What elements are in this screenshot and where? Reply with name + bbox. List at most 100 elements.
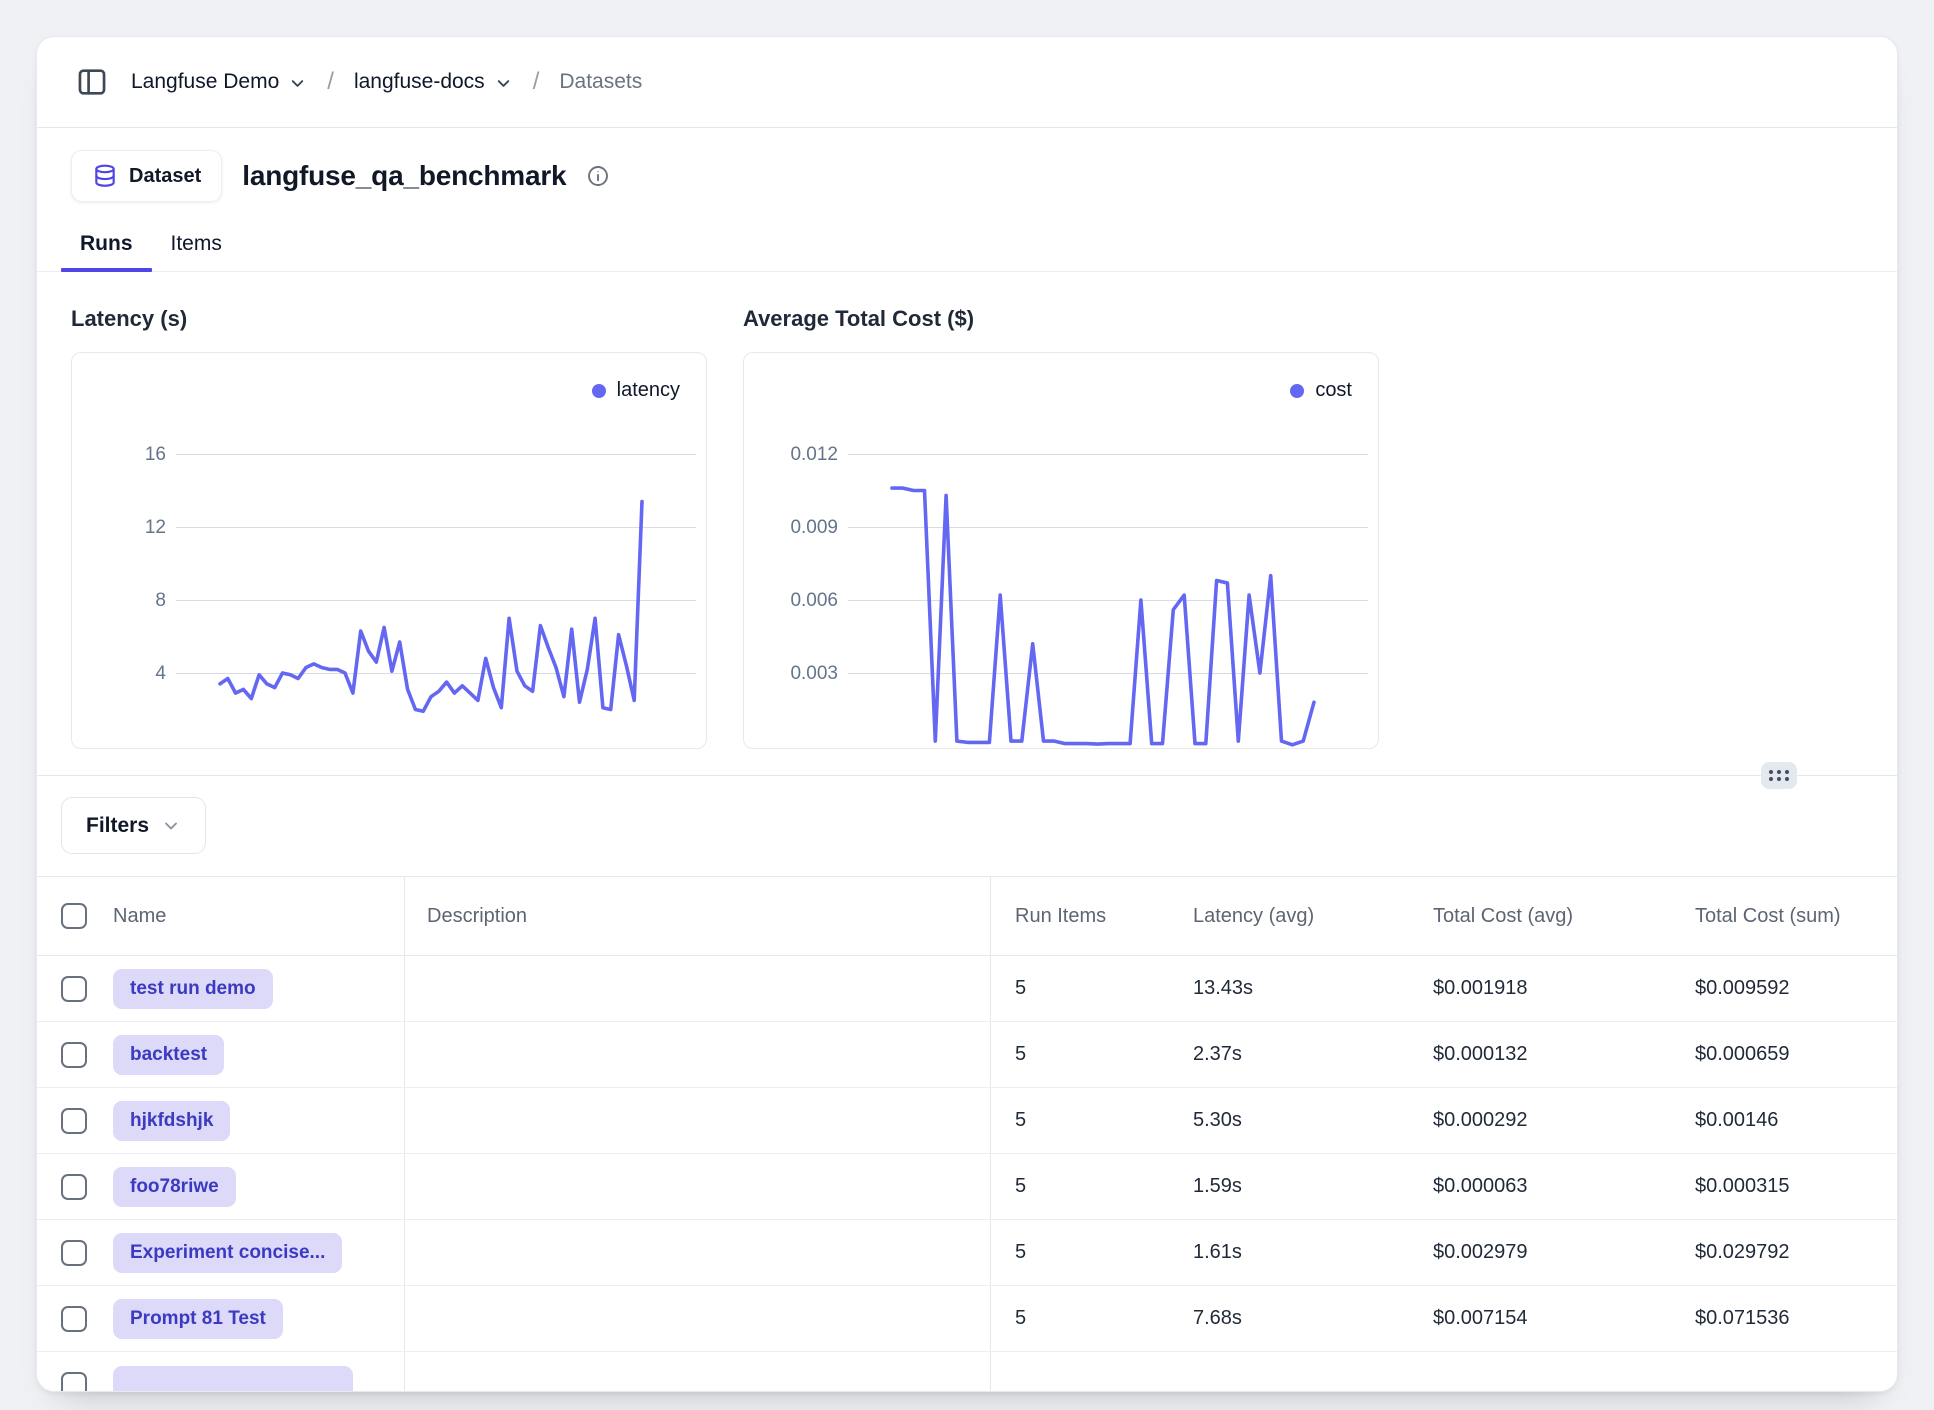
filters-button[interactable]: Filters — [61, 797, 206, 854]
run-name-cell: test run demo — [113, 956, 405, 1021]
legend-label: cost — [1315, 379, 1352, 402]
breadcrumb-project[interactable]: langfuse-docs — [354, 70, 513, 94]
total-cost-avg-cell: $0.000132 — [1409, 1022, 1671, 1087]
description-cell — [405, 1022, 991, 1087]
row-checkbox[interactable] — [61, 1108, 87, 1134]
run-name-pill[interactable]: foo78riwe — [113, 1167, 236, 1207]
row-checkbox[interactable] — [61, 1306, 87, 1332]
run-name-pill[interactable]: Prompt 81 Test — [113, 1299, 283, 1339]
run-name-cell: foo78riwe — [113, 1154, 405, 1219]
total-cost-sum-cell: $0.009592 — [1671, 956, 1897, 1021]
tab-items-label: Items — [171, 232, 222, 256]
description-cell — [405, 956, 991, 1021]
latency-line-series — [72, 353, 707, 749]
description-cell — [405, 1352, 991, 1392]
breadcrumb-separator: / — [531, 68, 542, 96]
charts-section: Latency (s) latency 161284 Average Total… — [37, 272, 1897, 749]
legend-dot-icon — [592, 384, 606, 398]
run-name-cell: Experiment concise... — [113, 1220, 405, 1285]
description-cell — [405, 1220, 991, 1285]
column-header-name: Name — [113, 877, 405, 955]
sidebar-toggle-button[interactable] — [71, 61, 113, 103]
drag-handle[interactable] — [1761, 762, 1797, 789]
select-all-checkbox[interactable] — [61, 903, 87, 929]
description-cell — [405, 1088, 991, 1153]
latency-avg-cell: 5.30s — [1169, 1088, 1409, 1153]
description-cell — [405, 1154, 991, 1219]
column-header-total-cost-avg: Total Cost (avg) — [1409, 877, 1671, 955]
dataset-info-button[interactable] — [586, 164, 610, 188]
runs-table: Name Description Run Items Latency (avg)… — [37, 876, 1897, 1392]
filters-button-label: Filters — [86, 814, 149, 838]
run-name-pill[interactable]: test run demo — [113, 969, 273, 1009]
row-checkbox[interactable] — [61, 976, 87, 1002]
row-checkbox-cell — [61, 1352, 113, 1392]
table-row[interactable]: Prompt 81 Test 5 7.68s $0.007154 $0.0715… — [37, 1286, 1897, 1352]
table-row[interactable]: Experiment concise... 5 1.61s $0.002979 … — [37, 1220, 1897, 1286]
table-row-partial[interactable] — [37, 1352, 1897, 1392]
tab-bar: Runs Items — [37, 216, 1897, 272]
total-cost-avg-cell: $0.002979 — [1409, 1220, 1671, 1285]
row-checkbox-cell — [61, 1088, 113, 1153]
row-checkbox[interactable] — [61, 1042, 87, 1068]
run-name-cell: hjkfdshjk — [113, 1088, 405, 1153]
table-row[interactable]: foo78riwe 5 1.59s $0.000063 $0.000315 — [37, 1154, 1897, 1220]
tab-items[interactable]: Items — [152, 216, 241, 271]
tab-runs[interactable]: Runs — [61, 216, 152, 271]
cost-chart: cost 0.0120.0090.0060.003 — [743, 352, 1379, 749]
run-items-cell: 5 — [991, 956, 1169, 1021]
run-name-cell — [113, 1352, 405, 1392]
total-cost-sum-cell: $0.000659 — [1671, 1022, 1897, 1087]
tab-runs-label: Runs — [80, 232, 133, 256]
column-header-latency-avg: Latency (avg) — [1169, 877, 1409, 955]
legend-label: latency — [617, 379, 680, 402]
run-name-pill[interactable]: hjkfdshjk — [113, 1101, 230, 1141]
chevron-down-icon — [161, 816, 181, 836]
row-checkbox-cell — [61, 1286, 113, 1351]
total-cost-avg-cell: $0.007154 — [1409, 1286, 1671, 1351]
row-checkbox[interactable] — [61, 1372, 87, 1392]
info-icon — [586, 164, 610, 188]
table-row[interactable]: test run demo 5 13.43s $0.001918 $0.0095… — [37, 956, 1897, 1022]
breadcrumb-org-label: Langfuse Demo — [131, 70, 279, 94]
table-row[interactable]: hjkfdshjk 5 5.30s $0.000292 $0.00146 — [37, 1088, 1897, 1154]
total-cost-sum-cell: $0.000315 — [1671, 1154, 1897, 1219]
run-items-cell: 5 — [991, 1088, 1169, 1153]
latency-avg-cell: 1.61s — [1169, 1220, 1409, 1285]
header-checkbox-cell — [61, 877, 113, 955]
latency-chart-block: Latency (s) latency 161284 — [71, 306, 707, 749]
charts-resize-divider — [37, 775, 1897, 776]
run-items-cell: 5 — [991, 1022, 1169, 1087]
breadcrumb-section-datasets[interactable]: Datasets — [559, 70, 642, 94]
run-name-pill[interactable]: backtest — [113, 1035, 224, 1075]
main-card: Langfuse Demo / langfuse-docs / Datasets — [36, 36, 1898, 1392]
cost-chart-block: Average Total Cost ($) cost 0.0120.0090.… — [743, 306, 1379, 749]
row-checkbox-cell — [61, 1154, 113, 1219]
chevron-down-icon — [288, 74, 307, 93]
run-name-pill[interactable]: Experiment concise... — [113, 1233, 342, 1273]
latency-chart-legend: latency — [592, 379, 680, 402]
latency-chart: latency 161284 — [71, 352, 707, 749]
run-items-cell: 5 — [991, 1286, 1169, 1351]
breadcrumb-org[interactable]: Langfuse Demo — [131, 70, 307, 94]
breadcrumb-project-label: langfuse-docs — [354, 70, 485, 94]
legend-dot-icon — [1290, 384, 1304, 398]
row-checkbox[interactable] — [61, 1240, 87, 1266]
latency-avg-cell: 1.59s — [1169, 1154, 1409, 1219]
run-items-cell: 5 — [991, 1154, 1169, 1219]
database-icon — [92, 163, 118, 189]
row-checkbox[interactable] — [61, 1174, 87, 1200]
total-cost-sum-cell: $0.029792 — [1671, 1220, 1897, 1285]
row-checkbox-cell — [61, 1022, 113, 1087]
filters-row: Filters — [37, 776, 1897, 854]
dataset-badge: Dataset — [71, 150, 222, 202]
top-navigation: Langfuse Demo / langfuse-docs / Datasets — [37, 37, 1897, 128]
row-checkbox-cell — [61, 956, 113, 1021]
latency-avg-cell: 7.68s — [1169, 1286, 1409, 1351]
run-name-pill[interactable] — [113, 1366, 353, 1393]
dataset-badge-label: Dataset — [129, 165, 201, 188]
table-row[interactable]: backtest 5 2.37s $0.000132 $0.000659 — [37, 1022, 1897, 1088]
description-cell — [405, 1286, 991, 1351]
cost-chart-title: Average Total Cost ($) — [743, 306, 1379, 332]
column-header-description: Description — [405, 877, 991, 955]
